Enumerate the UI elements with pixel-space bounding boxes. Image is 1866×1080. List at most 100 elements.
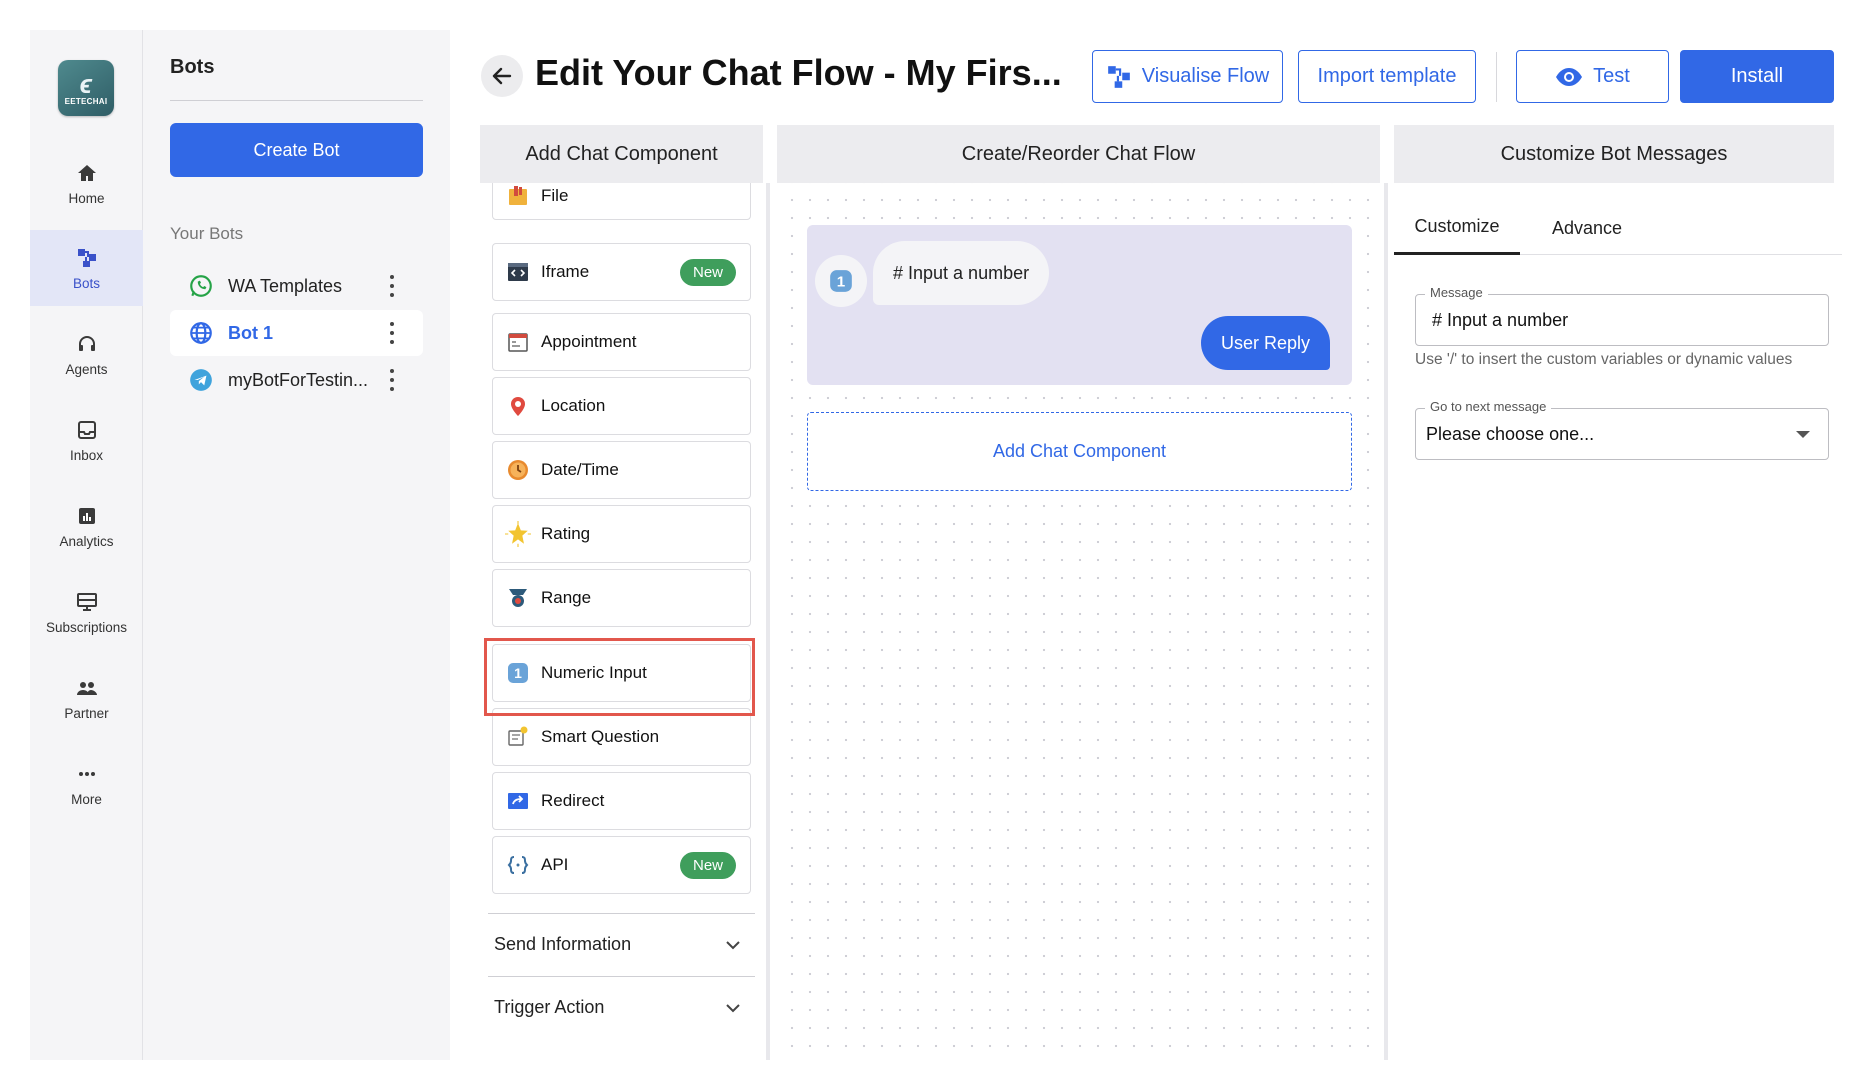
column-divider bbox=[1384, 183, 1388, 1060]
chat-flow-canvas[interactable]: 1 # Input a number User Reply Add Chat C… bbox=[777, 183, 1380, 1060]
nav-item-partner[interactable]: Partner bbox=[30, 660, 143, 736]
visualise-flow-button[interactable]: Visualise Flow bbox=[1092, 50, 1283, 103]
component-rating[interactable]: Rating bbox=[492, 505, 751, 563]
component-location[interactable]: Location bbox=[492, 377, 751, 435]
flow-panel-title: Create/Reorder Chat Flow bbox=[777, 125, 1380, 183]
nav-item-analytics[interactable]: Analytics bbox=[30, 488, 143, 564]
next-message-select[interactable]: Go to next message Please choose one... bbox=[1415, 399, 1829, 460]
whatsapp-icon bbox=[188, 273, 214, 299]
logo-mark-icon: ϵ bbox=[79, 68, 93, 99]
components-list[interactable]: File Iframe New Appointment Location Dat… bbox=[480, 183, 763, 1060]
partner-icon bbox=[76, 681, 97, 695]
nav-item-label: Home bbox=[68, 190, 105, 206]
bot-item-label: myBotForTestin... bbox=[228, 369, 369, 390]
tab-customize[interactable]: Customize bbox=[1394, 201, 1520, 255]
component-label: Date/Time bbox=[541, 460, 619, 479]
caret-down-icon bbox=[1796, 431, 1810, 438]
component-label: Iframe bbox=[541, 262, 590, 281]
bot-item-bot-1[interactable]: Bot 1 bbox=[170, 310, 423, 356]
kebab-menu-icon[interactable] bbox=[389, 322, 395, 344]
install-button[interactable]: Install bbox=[1680, 50, 1834, 103]
import-template-button[interactable]: Import template bbox=[1298, 50, 1476, 103]
visualise-flow-label: Visualise Flow bbox=[1141, 65, 1270, 87]
section-send-information[interactable]: Send Information bbox=[488, 913, 755, 975]
customize-tabs: Customize Advance bbox=[1394, 201, 1842, 255]
component-label: Location bbox=[541, 396, 606, 415]
tab-advance[interactable]: Advance bbox=[1524, 201, 1650, 255]
bot-item-mybotfortesting[interactable]: myBotForTestin... bbox=[170, 357, 423, 403]
flow-step-card[interactable]: 1 # Input a number User Reply bbox=[807, 225, 1352, 385]
arrow-left-icon bbox=[492, 67, 512, 85]
nav-item-inbox[interactable]: Inbox bbox=[30, 402, 143, 478]
bot-item-wa-templates[interactable]: WA Templates bbox=[170, 263, 423, 309]
message-field-value: # Input a number bbox=[1432, 309, 1569, 330]
bots-panel: Bots Create Bot Your Bots WA Templates B… bbox=[143, 30, 450, 1060]
next-message-label: Go to next message bbox=[1425, 399, 1552, 414]
kebab-menu-icon[interactable] bbox=[389, 369, 395, 391]
component-redirect[interactable]: Redirect bbox=[492, 772, 751, 830]
numeric-input-highlight bbox=[484, 638, 755, 716]
bot-item-label: Bot 1 bbox=[228, 322, 273, 343]
numeric-input-icon: 1 bbox=[830, 270, 852, 292]
new-badge: New bbox=[679, 852, 736, 879]
test-button[interactable]: Test bbox=[1516, 50, 1669, 103]
component-iframe[interactable]: Iframe New bbox=[492, 243, 751, 301]
component-smart-question[interactable]: Smart Question bbox=[492, 708, 751, 766]
numeric-input-avatar: 1 bbox=[815, 255, 867, 307]
customize-panel-title: Customize Bot Messages bbox=[1394, 125, 1834, 183]
back-button[interactable] bbox=[481, 55, 523, 97]
nav-item-agents[interactable]: Agents bbox=[30, 316, 143, 392]
flow-diagram-icon bbox=[1107, 65, 1130, 88]
divider bbox=[170, 100, 423, 101]
user-reply-bubble[interactable]: User Reply bbox=[1200, 316, 1330, 370]
your-bots-label: Your Bots bbox=[170, 224, 244, 243]
smart-question-icon bbox=[505, 724, 531, 750]
nav-item-bots[interactable]: Bots bbox=[30, 230, 143, 306]
range-icon bbox=[505, 585, 531, 611]
globe-icon bbox=[188, 320, 214, 346]
component-label: File bbox=[541, 185, 569, 205]
component-api[interactable]: API New bbox=[492, 836, 751, 894]
message-helper-text: Use '/' to insert the custom variables o… bbox=[1415, 351, 1793, 368]
create-bot-button[interactable]: Create Bot bbox=[170, 123, 423, 177]
api-icon bbox=[505, 852, 531, 878]
nav-rail: ϵ EETECHAI Home Bots Agents Inbox Analyt… bbox=[30, 30, 143, 1060]
analytics-icon bbox=[78, 507, 95, 524]
message-field[interactable]: Message # Input a number bbox=[1415, 285, 1829, 346]
home-icon bbox=[77, 164, 96, 181]
test-label: Test bbox=[1593, 65, 1630, 87]
nav-item-label: Partner bbox=[64, 705, 109, 721]
component-label: Smart Question bbox=[541, 727, 660, 746]
chevron-down-icon bbox=[726, 1003, 740, 1012]
component-label: API bbox=[541, 855, 569, 874]
nav-item-label: Subscriptions bbox=[45, 619, 128, 635]
svg-text:1: 1 bbox=[837, 273, 845, 290]
bot-message-bubble[interactable]: # Input a number bbox=[873, 241, 1050, 305]
nav-item-home[interactable]: Home bbox=[30, 145, 143, 221]
brand-logo[interactable]: ϵ EETECHAI bbox=[58, 60, 114, 116]
component-label: Rating bbox=[541, 524, 591, 543]
component-appointment[interactable]: Appointment bbox=[492, 313, 751, 371]
nav-item-subscriptions[interactable]: Subscriptions bbox=[30, 574, 143, 650]
telegram-icon bbox=[188, 367, 214, 393]
message-field-label: Message bbox=[1425, 285, 1488, 300]
nav-item-label: Bots bbox=[72, 275, 100, 291]
component-label: Appointment bbox=[541, 332, 637, 351]
components-panel-title: Add Chat Component bbox=[480, 125, 763, 183]
appointment-icon bbox=[505, 329, 531, 355]
file-icon bbox=[505, 183, 531, 209]
add-chat-component-dropzone[interactable]: Add Chat Component bbox=[807, 412, 1352, 491]
header-divider bbox=[1496, 52, 1497, 102]
component-label: Range bbox=[541, 588, 592, 607]
section-label: Trigger Action bbox=[494, 997, 605, 1017]
component-range[interactable]: Range bbox=[492, 569, 751, 627]
nav-item-label: Inbox bbox=[69, 447, 104, 463]
nav-item-more[interactable]: More bbox=[30, 746, 143, 822]
section-trigger-action[interactable]: Trigger Action bbox=[488, 976, 755, 1038]
customize-panel: Customize Advance Message # Input a numb… bbox=[1394, 183, 1842, 1060]
component-date-time[interactable]: Date/Time bbox=[492, 441, 751, 499]
bots-icon bbox=[77, 248, 96, 267]
column-divider bbox=[766, 183, 770, 1060]
kebab-menu-icon[interactable] bbox=[389, 275, 395, 297]
component-file[interactable]: File bbox=[492, 183, 751, 220]
